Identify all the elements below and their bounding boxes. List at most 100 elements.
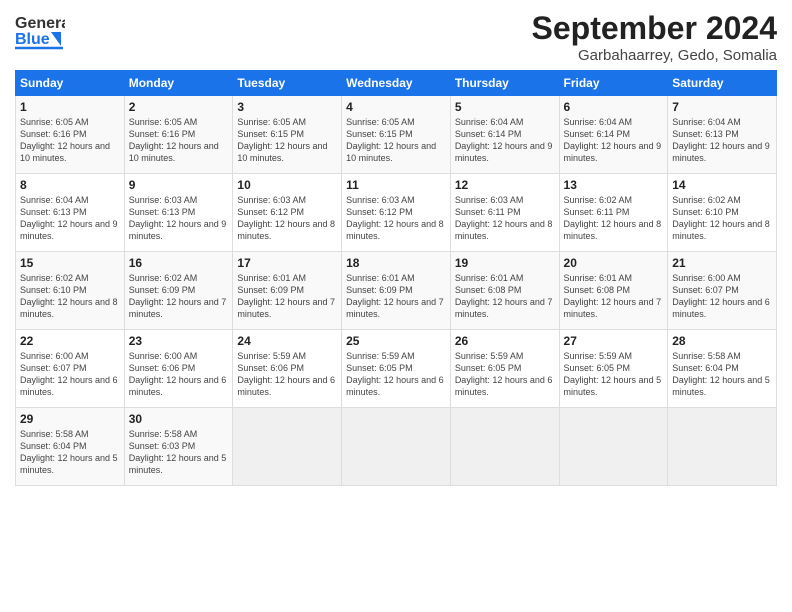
day-number: 5 [455, 100, 555, 114]
day-number: 20 [564, 256, 664, 270]
page-container: General Blue September 2024 Garbahaarrey… [0, 0, 792, 496]
day-number: 28 [672, 334, 772, 348]
day-number: 8 [20, 178, 120, 192]
table-row: 3 Sunrise: 6:05 AMSunset: 6:15 PMDayligh… [233, 96, 342, 174]
table-row: 19 Sunrise: 6:01 AMSunset: 6:08 PMDaylig… [450, 252, 559, 330]
table-row: 12 Sunrise: 6:03 AMSunset: 6:11 PMDaylig… [450, 174, 559, 252]
col-monday: Monday [124, 71, 233, 96]
cell-info: Sunrise: 6:00 AMSunset: 6:07 PMDaylight:… [20, 351, 118, 397]
table-row: 23 Sunrise: 6:00 AMSunset: 6:06 PMDaylig… [124, 330, 233, 408]
day-number: 14 [672, 178, 772, 192]
table-row: 20 Sunrise: 6:01 AMSunset: 6:08 PMDaylig… [559, 252, 668, 330]
cell-info: Sunrise: 6:03 AMSunset: 6:13 PMDaylight:… [129, 195, 227, 241]
cell-info: Sunrise: 6:01 AMSunset: 6:08 PMDaylight:… [455, 273, 553, 319]
table-row [450, 408, 559, 486]
table-row: 10 Sunrise: 6:03 AMSunset: 6:12 PMDaylig… [233, 174, 342, 252]
cell-info: Sunrise: 6:00 AMSunset: 6:06 PMDaylight:… [129, 351, 227, 397]
col-saturday: Saturday [668, 71, 777, 96]
calendar-week-row: 1 Sunrise: 6:05 AMSunset: 6:16 PMDayligh… [16, 96, 777, 174]
table-row: 22 Sunrise: 6:00 AMSunset: 6:07 PMDaylig… [16, 330, 125, 408]
cell-info: Sunrise: 6:03 AMSunset: 6:12 PMDaylight:… [237, 195, 335, 241]
table-row: 5 Sunrise: 6:04 AMSunset: 6:14 PMDayligh… [450, 96, 559, 174]
table-row: 4 Sunrise: 6:05 AMSunset: 6:15 PMDayligh… [342, 96, 451, 174]
cell-info: Sunrise: 6:04 AMSunset: 6:14 PMDaylight:… [564, 117, 662, 163]
col-wednesday: Wednesday [342, 71, 451, 96]
svg-text:General: General [15, 15, 65, 32]
cell-info: Sunrise: 6:02 AMSunset: 6:09 PMDaylight:… [129, 273, 227, 319]
table-row: 8 Sunrise: 6:04 AMSunset: 6:13 PMDayligh… [16, 174, 125, 252]
cell-info: Sunrise: 6:02 AMSunset: 6:10 PMDaylight:… [20, 273, 118, 319]
cell-info: Sunrise: 6:01 AMSunset: 6:09 PMDaylight:… [237, 273, 335, 319]
cell-info: Sunrise: 6:04 AMSunset: 6:14 PMDaylight:… [455, 117, 553, 163]
title-block: September 2024 Garbahaarrey, Gedo, Somal… [532, 10, 777, 64]
table-row: 14 Sunrise: 6:02 AMSunset: 6:10 PMDaylig… [668, 174, 777, 252]
day-number: 4 [346, 100, 446, 114]
cell-info: Sunrise: 6:04 AMSunset: 6:13 PMDaylight:… [20, 195, 118, 241]
table-row: 30 Sunrise: 5:58 AMSunset: 6:03 PMDaylig… [124, 408, 233, 486]
calendar-header-row: Sunday Monday Tuesday Wednesday Thursday… [16, 71, 777, 96]
day-number: 15 [20, 256, 120, 270]
table-row: 15 Sunrise: 6:02 AMSunset: 6:10 PMDaylig… [16, 252, 125, 330]
table-row: 26 Sunrise: 5:59 AMSunset: 6:05 PMDaylig… [450, 330, 559, 408]
cell-info: Sunrise: 5:59 AMSunset: 6:05 PMDaylight:… [564, 351, 662, 397]
day-number: 7 [672, 100, 772, 114]
table-row: 1 Sunrise: 6:05 AMSunset: 6:16 PMDayligh… [16, 96, 125, 174]
cell-info: Sunrise: 6:03 AMSunset: 6:12 PMDaylight:… [346, 195, 444, 241]
month-title: September 2024 [532, 10, 777, 47]
col-thursday: Thursday [450, 71, 559, 96]
day-number: 27 [564, 334, 664, 348]
cell-info: Sunrise: 6:02 AMSunset: 6:11 PMDaylight:… [564, 195, 662, 241]
table-row: 17 Sunrise: 6:01 AMSunset: 6:09 PMDaylig… [233, 252, 342, 330]
day-number: 3 [237, 100, 337, 114]
table-row: 16 Sunrise: 6:02 AMSunset: 6:09 PMDaylig… [124, 252, 233, 330]
svg-text:Blue: Blue [15, 31, 50, 48]
day-number: 1 [20, 100, 120, 114]
cell-info: Sunrise: 6:01 AMSunset: 6:09 PMDaylight:… [346, 273, 444, 319]
day-number: 12 [455, 178, 555, 192]
table-row [668, 408, 777, 486]
table-row: 18 Sunrise: 6:01 AMSunset: 6:09 PMDaylig… [342, 252, 451, 330]
day-number: 9 [129, 178, 229, 192]
table-row: 29 Sunrise: 5:58 AMSunset: 6:04 PMDaylig… [16, 408, 125, 486]
cell-info: Sunrise: 5:58 AMSunset: 6:04 PMDaylight:… [672, 351, 770, 397]
table-row: 6 Sunrise: 6:04 AMSunset: 6:14 PMDayligh… [559, 96, 668, 174]
cell-info: Sunrise: 6:01 AMSunset: 6:08 PMDaylight:… [564, 273, 662, 319]
location: Garbahaarrey, Gedo, Somalia [532, 47, 777, 64]
day-number: 6 [564, 100, 664, 114]
cell-info: Sunrise: 5:59 AMSunset: 6:05 PMDaylight:… [455, 351, 553, 397]
table-row: 2 Sunrise: 6:05 AMSunset: 6:16 PMDayligh… [124, 96, 233, 174]
logo: General Blue [15, 10, 65, 52]
day-number: 24 [237, 334, 337, 348]
cell-info: Sunrise: 6:03 AMSunset: 6:11 PMDaylight:… [455, 195, 553, 241]
table-row: 28 Sunrise: 5:58 AMSunset: 6:04 PMDaylig… [668, 330, 777, 408]
calendar-week-row: 29 Sunrise: 5:58 AMSunset: 6:04 PMDaylig… [16, 408, 777, 486]
day-number: 19 [455, 256, 555, 270]
page-header: General Blue September 2024 Garbahaarrey… [15, 10, 777, 64]
day-number: 18 [346, 256, 446, 270]
logo-icon: General Blue [15, 10, 65, 52]
day-number: 21 [672, 256, 772, 270]
table-row: 21 Sunrise: 6:00 AMSunset: 6:07 PMDaylig… [668, 252, 777, 330]
cell-info: Sunrise: 5:59 AMSunset: 6:06 PMDaylight:… [237, 351, 335, 397]
cell-info: Sunrise: 6:00 AMSunset: 6:07 PMDaylight:… [672, 273, 770, 319]
col-sunday: Sunday [16, 71, 125, 96]
day-number: 29 [20, 412, 120, 426]
calendar-week-row: 22 Sunrise: 6:00 AMSunset: 6:07 PMDaylig… [16, 330, 777, 408]
cell-info: Sunrise: 6:05 AMSunset: 6:16 PMDaylight:… [129, 117, 219, 163]
day-number: 11 [346, 178, 446, 192]
day-number: 25 [346, 334, 446, 348]
cell-info: Sunrise: 6:05 AMSunset: 6:15 PMDaylight:… [237, 117, 327, 163]
cell-info: Sunrise: 5:58 AMSunset: 6:04 PMDaylight:… [20, 429, 118, 475]
calendar-week-row: 8 Sunrise: 6:04 AMSunset: 6:13 PMDayligh… [16, 174, 777, 252]
table-row: 25 Sunrise: 5:59 AMSunset: 6:05 PMDaylig… [342, 330, 451, 408]
table-row: 13 Sunrise: 6:02 AMSunset: 6:11 PMDaylig… [559, 174, 668, 252]
cell-info: Sunrise: 6:04 AMSunset: 6:13 PMDaylight:… [672, 117, 770, 163]
col-tuesday: Tuesday [233, 71, 342, 96]
col-friday: Friday [559, 71, 668, 96]
day-number: 2 [129, 100, 229, 114]
cell-info: Sunrise: 5:58 AMSunset: 6:03 PMDaylight:… [129, 429, 227, 475]
day-number: 22 [20, 334, 120, 348]
cell-info: Sunrise: 6:02 AMSunset: 6:10 PMDaylight:… [672, 195, 770, 241]
table-row: 27 Sunrise: 5:59 AMSunset: 6:05 PMDaylig… [559, 330, 668, 408]
calendar-table: Sunday Monday Tuesday Wednesday Thursday… [15, 70, 777, 486]
